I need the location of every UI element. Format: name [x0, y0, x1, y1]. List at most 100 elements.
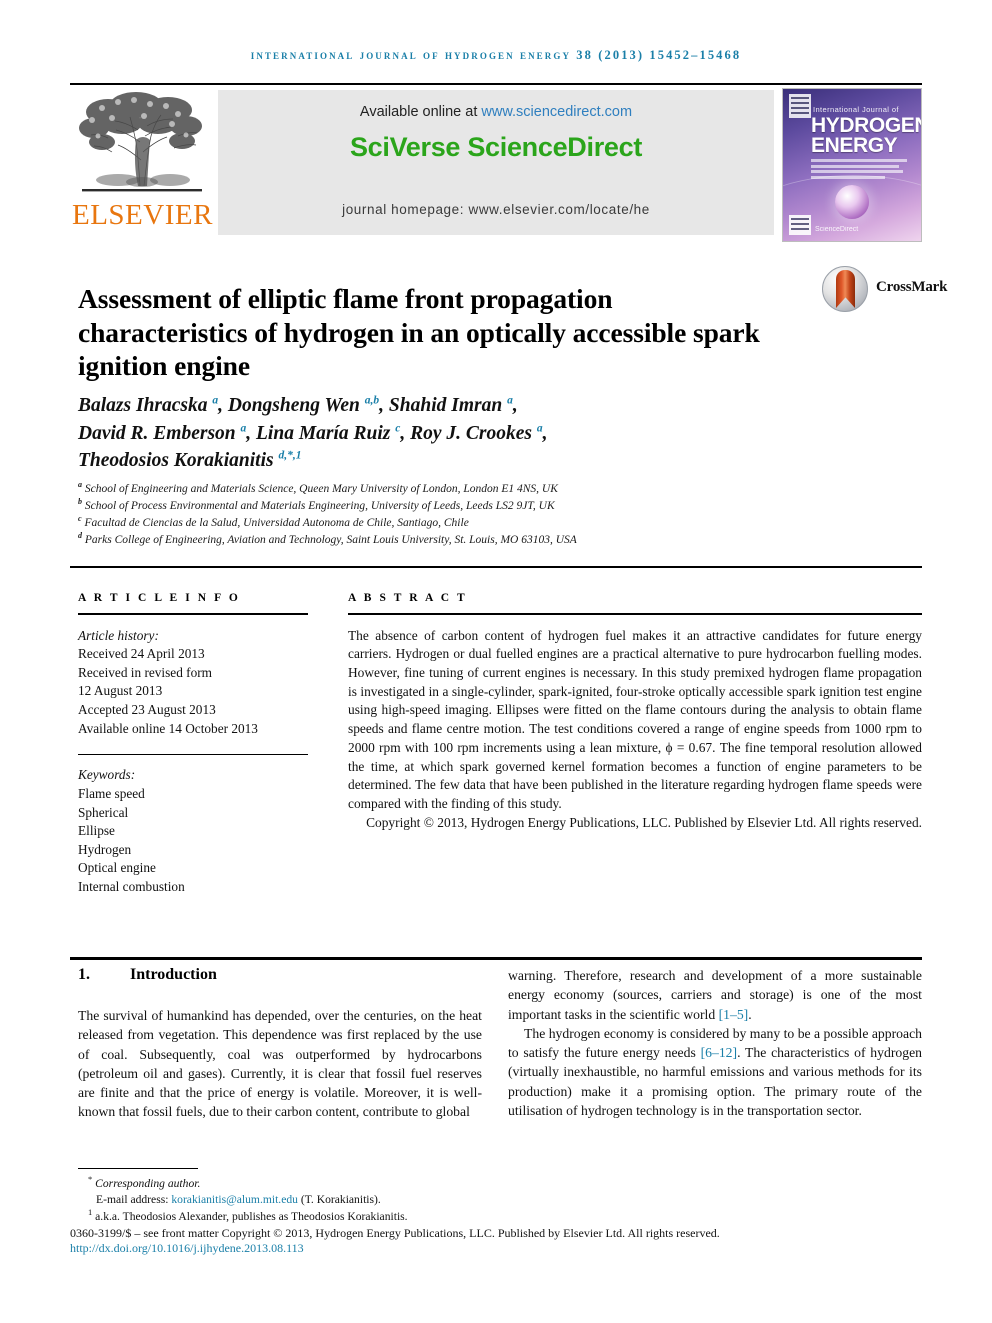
- article-info-divider: [78, 613, 308, 615]
- author-name: Theodosios Korakianitis: [78, 450, 279, 471]
- footnote-marker-1: 1: [88, 1206, 93, 1217]
- keyword-item: Flame speed: [78, 785, 145, 801]
- cover-sciencedirect-note: ScienceDirect: [815, 226, 859, 233]
- crossmark-icon: [822, 266, 868, 312]
- abstract-heading: A B S T R A C T: [348, 592, 468, 604]
- article-history-label: Article history:: [78, 627, 159, 643]
- journal-article-page: international journal of hydrogen energy…: [0, 0, 992, 1323]
- author-name: , Shahid Imran: [379, 395, 508, 416]
- journal-homepage-line[interactable]: journal homepage: www.elsevier.com/locat…: [218, 202, 774, 217]
- affiliation-text: School of Engineering and Materials Scie…: [82, 483, 558, 495]
- affiliation-item: a School of Engineering and Materials Sc…: [78, 481, 838, 498]
- available-online-text: Available online at: [359, 104, 482, 120]
- email-label: E-mail address:: [96, 1193, 172, 1207]
- author-line: David R. Emberson a, Lina María Ruiz c, …: [78, 420, 798, 448]
- keywords-divider: [78, 754, 308, 756]
- crossmark-label: CrossMark: [876, 279, 948, 295]
- keyword-item: Ellipse: [78, 823, 115, 839]
- intro-paragraph-right-2: The hydrogen economy is considered by ma…: [508, 1024, 922, 1120]
- body-top-rule: [70, 957, 922, 960]
- article-history-item: Available online 14 October 2013: [78, 720, 258, 736]
- affiliation-item: d Parks College of Engineering, Aviation…: [78, 532, 838, 549]
- footnote-rule: [78, 1168, 198, 1170]
- affiliation-text: Parks College of Engineering, Aviation a…: [82, 534, 577, 546]
- footnote-email: E-mail address: korakianitis@alum.mit.ed…: [78, 1192, 922, 1208]
- keyword-item: Spherical: [78, 804, 129, 820]
- body-column-left: 1. Introduction The survival of humankind…: [78, 966, 482, 1122]
- article-history-item: 12 August 2013: [78, 683, 163, 699]
- cover-bottom-mark: [789, 215, 811, 235]
- section-heading-introduction: 1. Introduction: [78, 966, 482, 984]
- cover-editor-lines: [811, 159, 913, 181]
- elsevier-logo: ELSEVIER: [72, 90, 212, 235]
- section-title: Introduction: [130, 966, 217, 983]
- sciencedirect-band: Available online at www.sciencedirect.co…: [218, 90, 774, 235]
- abstract-copyright: Copyright © 2013, Hydrogen Energy Public…: [366, 814, 922, 830]
- affiliation-list: a School of Engineering and Materials Sc…: [78, 481, 838, 549]
- masthead: ELSEVIER Available online at www.science…: [70, 88, 922, 242]
- article-history-item: Received in revised form: [78, 664, 213, 680]
- citation-1-5[interactable]: [1–5]: [719, 1007, 749, 1022]
- citation-6-12[interactable]: [6–12]: [701, 1045, 738, 1060]
- intro-right-1-text-b: .: [748, 1006, 752, 1022]
- intro-paragraph-left: The survival of humankind has depended, …: [78, 1008, 482, 1120]
- article-info-column: A R T I C L E I N F O Article history: R…: [78, 592, 308, 897]
- affiliation-text: School of Process Environmental and Mate…: [82, 500, 555, 512]
- footnote-aka: 1 a.k.a. Theodosios Alexander, publishes…: [78, 1206, 922, 1225]
- email-suffix: (T. Korakianitis).: [297, 1193, 381, 1207]
- aka-text: a.k.a. Theodosios Alexander, publishes a…: [95, 1209, 408, 1223]
- intro-right-1-text-a: warning. Therefore, research and develop…: [508, 968, 922, 1022]
- intro-paragraph-right-1: warning. Therefore, research and develop…: [508, 966, 922, 1024]
- elsevier-wordmark: ELSEVIER: [72, 199, 213, 231]
- author-name: ,: [512, 395, 518, 416]
- cover-sphere-graphic: [835, 185, 869, 219]
- abstract-body: The absence of carbon content of hydroge…: [348, 627, 922, 811]
- journal-cover-thumbnail[interactable]: International Journal of HYDROGEN ENERGY…: [782, 88, 922, 242]
- keyword-item: Optical engine: [78, 860, 156, 876]
- keyword-item: Hydrogen: [78, 841, 132, 857]
- article-history-item: Accepted 23 August 2013: [78, 701, 216, 717]
- author-name: Balazs Ihracska: [78, 395, 213, 416]
- article-history-item: Received 24 April 2013: [78, 646, 205, 662]
- footnote-corresponding-author: * Corresponding author.: [78, 1174, 922, 1192]
- author-affiliation-marker: d,*,1: [278, 449, 302, 462]
- keyword-items: Flame speed Spherical Ellipse Hydrogen Optic…: [78, 785, 308, 897]
- affiliation-item: b School of Process Environmental and Ma…: [78, 498, 838, 515]
- keyword-item: Internal combustion: [78, 878, 185, 894]
- author-line: Theodosios Korakianitis d,*,1: [78, 447, 798, 475]
- crossmark-badge[interactable]: CrossMark: [822, 266, 947, 316]
- author-name: , Dongsheng Wen: [218, 395, 365, 416]
- cover-kicker: International Journal of: [813, 105, 899, 114]
- abstract-column: A B S T R A C T The absence of carbon co…: [348, 592, 922, 832]
- keywords-block: Keywords: Flame speed Spherical Ellipse Hyd…: [78, 766, 308, 896]
- sciverse-sciencedirect-logo: SciVerse ScienceDirect: [349, 132, 643, 162]
- doi-link[interactable]: http://dx.doi.org/10.1016/j.ijhydene.201…: [70, 1241, 304, 1256]
- footnote-block: * Corresponding author. E-mail address: …: [78, 1174, 922, 1225]
- author-name: , Roy J. Crookes: [400, 422, 537, 444]
- cover-elsevier-mark: [789, 94, 811, 118]
- abstract-block-rule: [70, 566, 922, 568]
- author-name: David R. Emberson: [78, 422, 241, 444]
- author-name: ,: [542, 422, 548, 444]
- page-title: Assessment of elliptic flame front propa…: [78, 283, 760, 382]
- abstract-divider: [348, 613, 922, 615]
- running-head: international journal of hydrogen energy…: [250, 48, 742, 62]
- body-column-right: warning. Therefore, research and develop…: [508, 966, 922, 1120]
- article-history-items: Received 24 April 2013 Received in revise…: [78, 645, 308, 738]
- cover-title-line2: ENERGY: [811, 134, 898, 157]
- email-link[interactable]: korakianitis@alum.mit.edu: [171, 1193, 298, 1206]
- asterisk-marker: *: [88, 1174, 93, 1185]
- article-history: Article history: Received 24 April 2013 R…: [78, 627, 308, 739]
- cover-title-line1: HYDROGEN: [811, 114, 922, 137]
- affiliation-item: c Facultad de Ciencias de la Salud, Univ…: [78, 515, 838, 532]
- sciencedirect-link[interactable]: www.sciencedirect.com: [481, 104, 632, 120]
- elsevier-tree-icon: [78, 90, 206, 200]
- header-rule: [70, 83, 922, 85]
- available-online-line: Available online at www.sciencedirect.co…: [218, 104, 774, 120]
- author-name: , Lina María Ruiz: [246, 422, 396, 444]
- author-line: Balazs Ihracska a, Dongsheng Wen a,b, Sh…: [78, 392, 798, 420]
- section-number: 1.: [78, 966, 90, 983]
- article-info-heading: A R T I C L E I N F O: [78, 592, 241, 604]
- affiliation-text: Facultad de Ciencias de la Salud, Univer…: [81, 517, 469, 529]
- corresponding-author-text: Corresponding author.: [95, 1177, 201, 1190]
